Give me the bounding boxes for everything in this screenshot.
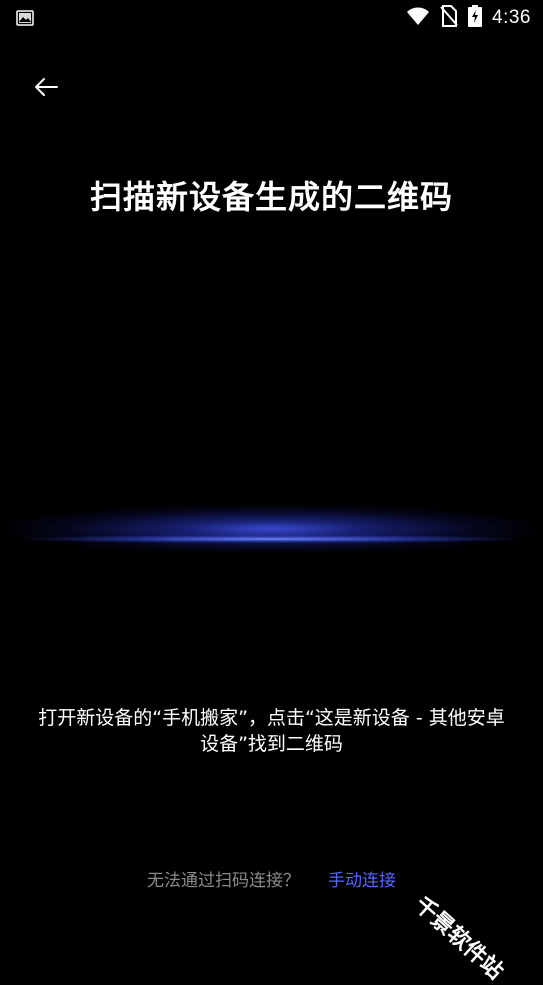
status-icons: 4:36 (406, 5, 531, 31)
no-sim-icon (440, 5, 458, 31)
page-title: 扫描新设备生成的二维码 (89, 178, 453, 216)
status-bar: 4:36 (0, 0, 543, 36)
gallery-icon (16, 9, 34, 27)
watermark: 千景软件站 (409, 892, 508, 985)
back-button[interactable] (26, 72, 66, 106)
connect-options: 无法通过扫码连接？ 手动连接 (0, 864, 543, 892)
cannot-connect-text: 无法通过扫码连接？ (147, 870, 300, 891)
wifi-icon (406, 6, 430, 30)
scan-line (30, 535, 513, 543)
scan-glow (10, 505, 533, 553)
qr-scanner-viewfinder (0, 250, 543, 670)
arrow-left-icon (33, 77, 59, 101)
manual-connect-link[interactable]: 手动连接 (328, 866, 396, 891)
battery-charging-icon (468, 5, 483, 31)
status-time: 4:36 (492, 7, 531, 28)
instruction-text: 打开新设备的“手机搬家”，点击“这是新设备 - 其他安卓设备”找到二维码 (38, 707, 505, 755)
